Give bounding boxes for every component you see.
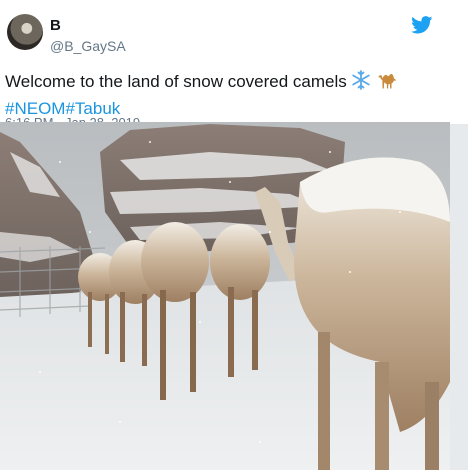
tweet-photo[interactable] (0, 122, 450, 470)
display-name[interactable]: B (50, 17, 61, 34)
tweet-body: Welcome to the land of snow covered came… (5, 72, 347, 91)
avatar[interactable] (7, 14, 43, 50)
snowflake-icon (351, 70, 371, 97)
twitter-bird-icon[interactable] (411, 16, 433, 34)
background-strip (450, 0, 468, 470)
camel-icon (376, 70, 398, 97)
timestamp[interactable]: 6:16 PM - Jan 28, 2019 (5, 114, 140, 122)
tweet-card: B @B_GaySA Welcome to the land of snow c… (0, 0, 450, 470)
tweet-header: B @B_GaySA Welcome to the land of snow c… (0, 0, 450, 122)
user-handle[interactable]: @B_GaySA (50, 38, 126, 54)
